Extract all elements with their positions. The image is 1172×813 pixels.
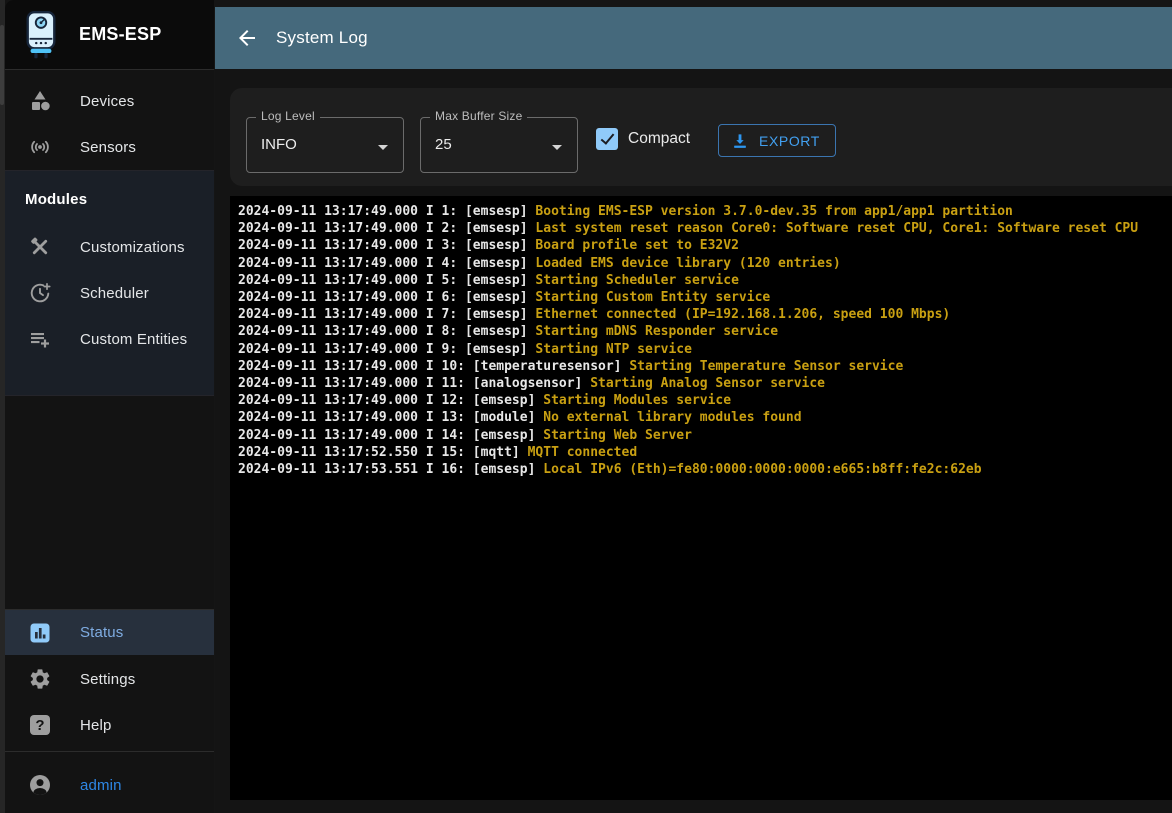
scrollbar-thumb[interactable] <box>0 25 4 105</box>
export-button[interactable]: EXPORT <box>718 124 836 157</box>
max-buffer-size-label: Max Buffer Size <box>430 109 527 123</box>
log-line: 2024-09-11 13:17:52.550 I 15: [mqtt] MQT… <box>238 444 1164 461</box>
category-icon <box>28 89 52 113</box>
compact-checkbox[interactable] <box>596 128 618 150</box>
sidebar-item-label: Custom Entities <box>80 331 187 348</box>
sidebar-item-label: Scheduler <box>80 285 149 302</box>
log-line: 2024-09-11 13:17:49.000 I 9: [emsesp] St… <box>238 341 1164 358</box>
log-line: 2024-09-11 13:17:49.000 I 6: [emsesp] St… <box>238 289 1164 306</box>
app-header: System Log <box>215 7 1172 69</box>
app-title: EMS-ESP <box>79 24 161 45</box>
log-line: 2024-09-11 13:17:49.000 I 2: [emsesp] La… <box>238 220 1164 237</box>
sidebar-divider <box>5 751 214 752</box>
download-icon <box>730 131 750 151</box>
page-title: System Log <box>276 28 368 48</box>
boiler-logo-icon <box>22 10 60 60</box>
arrow-back-icon <box>235 26 259 50</box>
log-line: 2024-09-11 13:17:49.000 I 10: [temperatu… <box>238 358 1164 375</box>
modules-header: Modules <box>5 171 214 208</box>
sidebar-item-label: Customizations <box>80 239 185 256</box>
log-lines: 2024-09-11 13:17:49.000 I 1: [emsesp] Bo… <box>238 203 1164 478</box>
log-level-label: Log Level <box>256 109 320 123</box>
compact-label[interactable]: Compact <box>628 130 690 148</box>
username-label: admin <box>80 777 122 794</box>
log-level-value: INFO <box>261 136 297 153</box>
sidebar-item-admin[interactable]: admin <box>5 757 214 813</box>
sidebar-item-label: Devices <box>80 93 134 110</box>
sidebar: EMS-ESP Devices Sensors Modules <box>5 0 214 813</box>
log-line: 2024-09-11 13:17:49.000 I 13: [module] N… <box>238 409 1164 426</box>
sensors-icon <box>28 135 52 159</box>
log-viewport[interactable]: 2024-09-11 13:17:49.000 I 1: [emsesp] Bo… <box>230 196 1172 800</box>
log-controls-card: Log Level INFO Max Buffer Size 25 Compac… <box>230 88 1172 186</box>
construction-icon <box>28 235 52 259</box>
sidebar-item-scheduler[interactable]: Scheduler <box>5 270 214 316</box>
modules-section: Modules Customizations <box>5 170 214 396</box>
sidebar-item-label: Status <box>80 624 123 641</box>
app-logo-row: EMS-ESP <box>5 0 214 70</box>
help-icon: ? <box>28 713 52 737</box>
log-line: 2024-09-11 13:17:49.000 I 12: [emsesp] S… <box>238 392 1164 409</box>
sidebar-item-custom-entities[interactable]: Custom Entities <box>5 316 214 362</box>
sidebar-item-label: Settings <box>80 671 135 688</box>
log-line: 2024-09-11 13:17:49.000 I 7: [emsesp] Et… <box>238 306 1164 323</box>
log-line: 2024-09-11 13:17:49.000 I 11: [analogsen… <box>238 375 1164 392</box>
chevron-down-icon <box>545 135 569 159</box>
max-buffer-size-value: 25 <box>435 136 452 153</box>
sidebar-item-label: Sensors <box>80 139 136 156</box>
playlist-add-icon <box>28 327 52 351</box>
log-line: 2024-09-11 13:17:49.000 I 1: [emsesp] Bo… <box>238 203 1164 220</box>
log-line: 2024-09-11 13:17:49.000 I 8: [emsesp] St… <box>238 323 1164 340</box>
account-circle-icon <box>28 773 52 797</box>
log-line: 2024-09-11 13:17:49.000 I 14: [emsesp] S… <box>238 427 1164 444</box>
log-line: 2024-09-11 13:17:49.000 I 3: [emsesp] Bo… <box>238 237 1164 254</box>
sidebar-item-devices[interactable]: Devices <box>5 78 214 124</box>
log-line: 2024-09-11 13:17:49.000 I 5: [emsesp] St… <box>238 272 1164 289</box>
sidebar-item-help[interactable]: ? Help <box>5 702 214 748</box>
chevron-down-icon <box>371 135 395 159</box>
gear-icon <box>28 667 52 691</box>
max-buffer-size-select[interactable]: Max Buffer Size 25 <box>420 117 578 173</box>
log-line: 2024-09-11 13:17:49.000 I 4: [emsesp] Lo… <box>238 255 1164 272</box>
back-button[interactable] <box>235 26 259 50</box>
log-line: 2024-09-11 13:17:53.551 I 16: [emsesp] L… <box>238 461 1164 478</box>
analytics-icon <box>28 621 52 645</box>
more-time-icon <box>28 281 52 305</box>
sidebar-item-sensors[interactable]: Sensors <box>5 124 214 170</box>
sidebar-item-label: Help <box>80 717 111 734</box>
sidebar-item-status[interactable]: Status <box>5 609 214 655</box>
sidebar-item-customizations[interactable]: Customizations <box>5 224 214 270</box>
sidebar-item-settings[interactable]: Settings <box>5 656 214 702</box>
export-button-label: EXPORT <box>759 133 820 149</box>
log-level-select[interactable]: Log Level INFO <box>246 117 404 173</box>
